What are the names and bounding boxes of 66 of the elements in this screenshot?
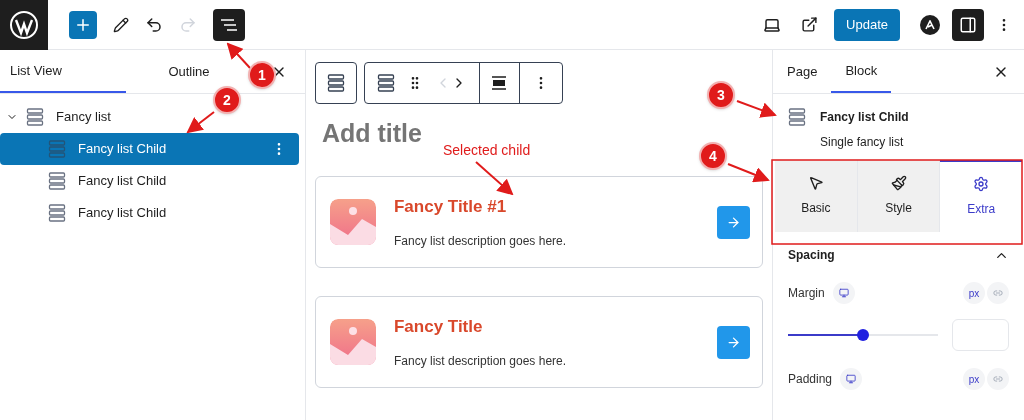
brush-icon bbox=[890, 175, 907, 191]
unit-button[interactable]: px bbox=[963, 282, 985, 304]
annotation-arrow bbox=[727, 163, 770, 183]
arrow-button[interactable] bbox=[717, 205, 750, 239]
device-button[interactable] bbox=[832, 282, 855, 304]
field-label: Padding bbox=[788, 371, 833, 388]
arrow-right-icon bbox=[726, 214, 741, 230]
list-icon bbox=[376, 74, 395, 92]
plugin-logo-icon[interactable] bbox=[920, 14, 940, 35]
annotation-arrow bbox=[186, 111, 215, 134]
card-title: Fancy Title #1 bbox=[393, 196, 508, 219]
sidebar-icon bbox=[959, 15, 977, 34]
align-icon[interactable] bbox=[491, 76, 508, 90]
step-marker: 3 bbox=[707, 81, 735, 109]
annotation-arrow bbox=[475, 161, 514, 196]
arrow-right-icon bbox=[726, 334, 741, 350]
monitor-icon bbox=[846, 374, 857, 384]
list-icon bbox=[48, 204, 66, 222]
add-block-button[interactable] bbox=[69, 10, 97, 39]
pointer-icon bbox=[807, 175, 824, 191]
block-name: Fancy list Child bbox=[820, 109, 909, 126]
update-button[interactable]: Update bbox=[834, 8, 900, 41]
list-view-item[interactable]: Fancy list Child bbox=[0, 133, 299, 165]
list-icon bbox=[48, 172, 66, 190]
external-link-icon[interactable] bbox=[801, 16, 819, 33]
link-icon bbox=[993, 288, 1003, 298]
annotation-arrow bbox=[226, 42, 251, 69]
step-marker: 4 bbox=[699, 142, 727, 170]
list-view-icon bbox=[220, 17, 238, 32]
callout-text: Selected child bbox=[443, 141, 531, 160]
field-label: Margin bbox=[788, 285, 825, 302]
card-description: Fancy list description goes here. bbox=[393, 232, 568, 250]
panel-tab[interactable]: Basic bbox=[775, 160, 858, 232]
card-title: Fancy Title bbox=[393, 316, 484, 339]
logo[interactable] bbox=[0, 0, 48, 50]
list-icon bbox=[326, 74, 345, 92]
wordpress-logo-icon bbox=[9, 9, 39, 40]
card-description: Fancy list description goes here. bbox=[393, 352, 568, 370]
undo-icon[interactable] bbox=[145, 15, 163, 34]
device-button[interactable] bbox=[840, 368, 863, 390]
monitor-icon bbox=[838, 288, 849, 298]
tab[interactable]: Block bbox=[831, 50, 892, 93]
slider-thumb[interactable] bbox=[857, 329, 869, 341]
annotation-arrow bbox=[736, 100, 777, 118]
list-icon bbox=[788, 108, 806, 126]
document-overview-button[interactable] bbox=[213, 8, 245, 41]
link-icon bbox=[993, 374, 1003, 384]
margin-slider[interactable] bbox=[788, 329, 938, 341]
list-icon bbox=[48, 140, 66, 158]
panel-tab[interactable]: Style bbox=[857, 160, 941, 232]
tab[interactable]: Page bbox=[773, 50, 832, 93]
gear-icon bbox=[973, 176, 990, 192]
margin-input[interactable] bbox=[952, 319, 1009, 351]
section-title: Spacing bbox=[788, 247, 835, 264]
step-marker: 2 bbox=[213, 86, 241, 114]
arrow-button[interactable] bbox=[717, 325, 750, 359]
tab[interactable]: List View bbox=[0, 50, 126, 93]
step-marker: 1 bbox=[248, 61, 276, 89]
list-view-item[interactable]: Fancy list Child bbox=[0, 165, 299, 197]
settings-panel-button[interactable] bbox=[952, 8, 984, 41]
pencil-icon[interactable] bbox=[113, 16, 129, 33]
list-view-item[interactable]: Fancy list Child bbox=[0, 197, 299, 229]
block-description: Single fancy list bbox=[820, 134, 905, 151]
list-icon bbox=[26, 108, 44, 126]
block-type-button[interactable] bbox=[314, 62, 357, 104]
unit-button[interactable]: px bbox=[963, 368, 985, 390]
